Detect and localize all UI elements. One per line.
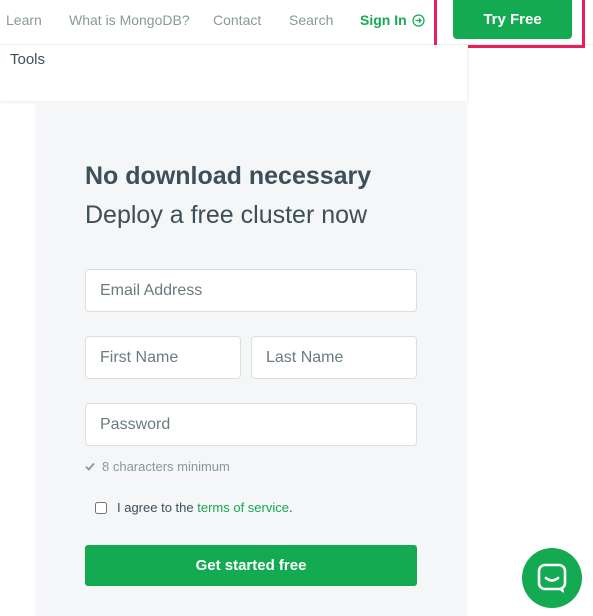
top-nav: Learn What is MongoDB? Contact Search Si… <box>0 0 593 48</box>
terms-agreement: I agree to the terms of service . <box>95 500 293 515</box>
get-started-button[interactable]: Get started free <box>85 545 417 586</box>
checkmark-icon <box>85 462 95 471</box>
last-name-field[interactable] <box>251 336 417 379</box>
password-hint: 8 characters minimum <box>85 459 230 474</box>
agree-prefix: I agree to the <box>117 500 198 515</box>
sign-in-link[interactable]: Sign In <box>360 12 425 28</box>
terms-of-service-link[interactable]: terms of service <box>197 500 289 515</box>
signup-panel: No download necessary Deploy a free clus… <box>35 102 467 616</box>
chat-bubble-icon <box>537 563 567 593</box>
sign-in-label: Sign In <box>360 12 407 28</box>
page: Learn What is MongoDB? Contact Search Si… <box>0 0 593 616</box>
agree-suffix: . <box>288 500 293 515</box>
tools-menu[interactable]: Tools <box>10 51 45 68</box>
terms-checkbox[interactable] <box>95 501 107 514</box>
chat-launcher-button[interactable] <box>522 548 582 608</box>
password-hint-text: 8 characters minimum <box>102 459 230 474</box>
highlight-box <box>434 0 585 48</box>
password-field[interactable] <box>85 403 417 446</box>
nav-link-search[interactable]: Search <box>289 12 333 28</box>
form-subhead: Deploy a free cluster now <box>85 201 368 229</box>
form-headline: No download necessary <box>85 162 372 190</box>
sign-in-arrow-icon <box>412 13 425 27</box>
nav-link-contact[interactable]: Contact <box>213 12 261 28</box>
nav-link-learn[interactable]: Learn <box>6 12 42 28</box>
tools-bar: Tools <box>0 45 468 101</box>
email-field[interactable] <box>85 269 417 312</box>
first-name-field[interactable] <box>85 336 241 379</box>
nav-link-what-is-mongodb[interactable]: What is MongoDB? <box>69 12 190 28</box>
